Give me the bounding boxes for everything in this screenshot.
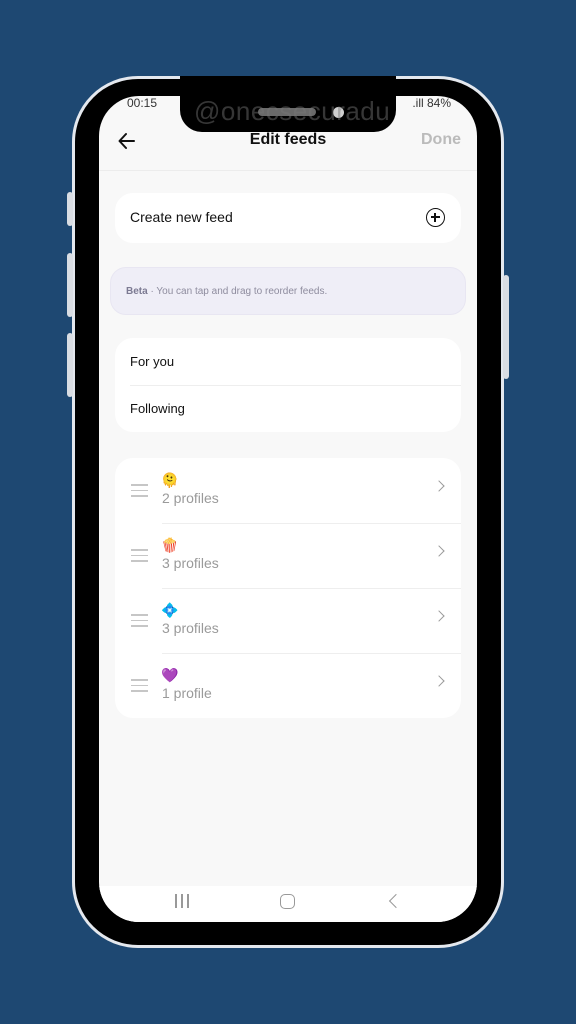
power-button <box>503 275 509 379</box>
back-icon[interactable] <box>388 893 404 909</box>
status-time: 00:15 <box>127 96 158 110</box>
recent-apps-icon[interactable] <box>174 894 190 908</box>
status-signal-battery: .ill 84% <box>412 96 451 110</box>
custom-feed-item[interactable]: 🍿 3 profiles <box>115 523 461 588</box>
done-button[interactable]: Done <box>421 131 461 149</box>
beta-text: You can tap and drag to reorder feeds. <box>156 286 328 297</box>
beta-label: Beta <box>126 286 148 297</box>
feed-emoji-icon: 🍿 <box>161 537 179 553</box>
custom-feed-item[interactable]: 💜 1 profile <box>115 653 461 718</box>
custom-feed-item[interactable]: 🫠 2 profiles <box>115 458 461 523</box>
default-feeds-list: For you Following <box>115 338 461 432</box>
feed-emoji-icon: 💜 <box>161 667 179 683</box>
side-button <box>67 192 73 226</box>
feed-item-following[interactable]: Following <box>115 385 461 432</box>
create-new-feed-button[interactable]: Create new feed <box>115 193 461 243</box>
feed-label: Following <box>130 401 185 416</box>
feed-profile-count: 3 profiles <box>162 555 219 571</box>
volume-up-button <box>67 253 73 317</box>
beta-notice: Beta · You can tap and drag to reorder f… <box>110 267 466 315</box>
volume-down-button <box>67 333 73 397</box>
custom-feeds-list: 🫠 2 profiles 🍿 3 profiles 💠 3 profiles 💜… <box>115 458 461 718</box>
feed-profile-count: 1 profile <box>162 685 212 701</box>
feed-emoji-icon: 💠 <box>161 602 179 618</box>
screen: 00:15 .ill 84% Edit feeds Done Create ne… <box>99 96 477 922</box>
watermark: @onecsecuradu <box>194 96 391 126</box>
drag-handle-icon[interactable] <box>131 614 148 627</box>
drag-handle-icon[interactable] <box>131 679 148 692</box>
feed-label: For you <box>130 354 175 369</box>
feed-profile-count: 2 profiles <box>162 490 219 506</box>
chevron-right-icon <box>433 480 445 492</box>
home-icon[interactable] <box>280 894 295 909</box>
feed-item-for-you[interactable]: For you <box>115 338 461 385</box>
drag-handle-icon[interactable] <box>131 484 148 497</box>
feed-profile-count: 3 profiles <box>162 620 219 636</box>
system-nav-bar <box>99 886 477 922</box>
feed-emoji-icon: 🫠 <box>161 472 179 488</box>
chevron-right-icon <box>433 610 445 622</box>
create-new-feed-label: Create new feed <box>130 209 233 225</box>
chevron-right-icon <box>433 545 445 557</box>
chevron-right-icon <box>433 675 445 687</box>
plus-circle-icon <box>426 208 445 227</box>
custom-feed-item[interactable]: 💠 3 profiles <box>115 588 461 653</box>
header-divider <box>99 170 477 171</box>
drag-handle-icon[interactable] <box>131 549 148 562</box>
